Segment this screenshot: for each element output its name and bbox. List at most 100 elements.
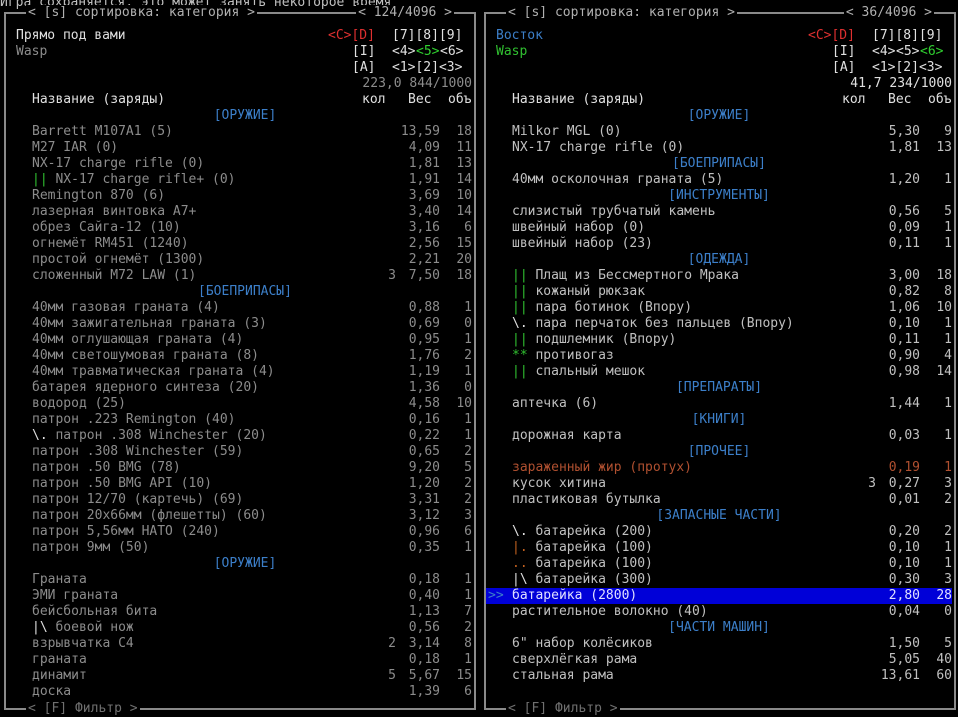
item-row[interactable]: взрывчатка C4 2 3,14 8 [18,636,472,652]
cd-keys[interactable]: <C>[D] [808,28,855,44]
item-row[interactable]: патрон .308 Winchester (59) 0,65 2 [18,444,472,460]
item-row[interactable]: ** противогаз 0,90 4 [486,348,952,364]
item-row[interactable]: ЭМИ граната 0,40 1 [18,588,472,604]
numpad-row-top[interactable]: [7][8][9] [872,28,942,44]
item-volume: 1 [464,428,472,443]
item-row[interactable]: 40мм газовая граната (4) 0,88 1 [18,300,472,316]
item-row[interactable]: 40мм травматическая граната (4) 1,19 1 [18,364,472,380]
item-row[interactable]: M27 IAR (0) 4,09 11 [18,140,472,156]
item-row[interactable]: патрон .223 Remington (40) 0,16 1 [18,412,472,428]
inventory-key[interactable]: [I] [352,44,375,60]
item-row[interactable]: зараженный жир (протух) 0,19 1 [486,460,952,476]
item-weight: 0,96 [408,524,440,539]
item-row[interactable]: лазерная винтовка A7+ 3,40 14 [18,204,472,220]
filter-footer[interactable]: < [F] Фильтр > [26,701,140,717]
item-row[interactable]: || спальный мешок 0,98 14 [486,364,952,380]
item-row[interactable]: >> батарейка (2800) 2,80 28 [486,588,952,604]
item-weight: 0,20 [888,524,920,539]
item-row[interactable]: Remington 870 (6) 3,69 10 [18,188,472,204]
item-row[interactable]: динамит 5 5,67 15 [18,668,472,684]
item-row[interactable]: доска 1,39 6 [18,684,472,700]
numpad-6[interactable]: <6> [920,44,943,60]
item-row[interactable]: аптечка (6) 1,44 1 [486,396,952,412]
all-key[interactable]: [A] [352,60,375,76]
item-row[interactable]: стальная рама 13,61 60 [486,668,952,684]
item-row[interactable]: 40мм светошумовая граната (8) 1,76 2 [18,348,472,364]
item-row[interactable]: швейный набор (23) 0,11 1 [486,236,952,252]
all-key[interactable]: [A] [832,60,855,76]
item-row[interactable]: патрон 5,56мм НАТО (240) 0,96 6 [18,524,472,540]
location-label: Восток [496,28,543,43]
item-row[interactable]: NX-17 charge rifle (0) 1,81 13 [18,156,472,172]
sort-header[interactable]: < [s] сортировка: категория > [26,5,257,21]
item-row[interactable]: простой огнемёт (1300) 2,21 20 [18,252,472,268]
item-row[interactable]: .. батарейка (100) 0,10 1 [486,556,952,572]
item-name-text: 6" набор колёсиков [512,636,653,651]
item-row[interactable]: патрон 9мм (50) 0,35 1 [18,540,472,556]
item-name: патрон .50 BMG API (10) [32,476,212,492]
item-row[interactable]: бейсбольная бита 1,13 7 [18,604,472,620]
item-row[interactable]: Barrett M107A1 (5) 13,59 18 [18,124,472,140]
item-row[interactable]: |\ батарейка (300) 0,30 3 [486,572,952,588]
item-row[interactable]: обрез Сайга-12 (10) 3,16 6 [18,220,472,236]
item-row[interactable]: || кожаный рюкзак 0,82 8 [486,284,952,300]
numpad-4[interactable]: <4> [392,44,415,60]
item-row[interactable]: пластиковая бутылка 0,01 2 [486,492,952,508]
item-row[interactable]: \. патрон .308 Winchester (20) 0,22 1 [18,428,472,444]
item-row[interactable]: 6" набор колёсиков 1,50 5 [486,636,952,652]
numpad-row-top[interactable]: [7][8][9] [392,28,462,44]
item-row[interactable]: водород (25) 4,58 10 [18,396,472,412]
item-name-text: спальный мешок [527,364,646,379]
item-row[interactable]: || подшлемник (Впору) 0,11 1 [486,332,952,348]
item-name-text: 40мм газовая граната (4) [32,300,220,315]
item-name-text: швейный набор (0) [512,220,646,235]
left-pane[interactable]: < [s] сортировка: категория > < 124/4096… [4,5,476,717]
numpad-4[interactable]: <4> [872,44,895,60]
item-weight: 1,50 [888,636,920,651]
item-row[interactable]: патрон .50 BMG API (10) 1,20 2 [18,476,472,492]
item-row[interactable]: дорожная карта 0,03 1 [486,428,952,444]
item-row[interactable]: |\ боевой нож 0,56 2 [18,620,472,636]
filter-footer[interactable]: < [F] Фильтр > [506,701,620,717]
item-row[interactable]: 40мм зажигательная граната (3) 0,69 0 [18,316,472,332]
item-row[interactable]: || пара ботинок (Впору) 1,06 10 [486,300,952,316]
item-row[interactable]: || NX-17 charge rifle+ (0) 1,91 14 [18,172,472,188]
item-row[interactable]: || Плащ из Бессмертного Мрака 3,00 18 [486,268,952,284]
item-row[interactable]: сверхлёгкая рама 5,05 40 [486,652,952,668]
right-pane[interactable]: < [s] сортировка: категория > < 36/4096 … [484,5,956,717]
cd-keys[interactable]: <C>[D] [328,28,375,44]
item-row[interactable]: 40мм оглушающая граната (4) 0,95 1 [18,332,472,348]
item-row[interactable]: \. батарейка (200) 0,20 2 [486,524,952,540]
item-volume: 2 [944,492,952,507]
item-row[interactable]: \. пара перчаток без пальцев (Впору) 0,10… [486,316,952,332]
item-weight: 5,30 [888,124,920,139]
item-row[interactable]: патрон .50 BMG (78) 9,20 5 [18,460,472,476]
item-name-text: 40мм светошумовая граната (8) [32,348,259,363]
item-row[interactable]: Граната 0,18 1 [18,572,472,588]
item-row[interactable]: растительное волокно (40) 0,04 0 [486,604,952,620]
item-row[interactable]: патрон 20x66мм (флешетты) (60) 3,12 3 [18,508,472,524]
item-row[interactable]: NX-17 charge rifle (0) 1,81 13 [486,140,952,156]
item-weight: 2,21 [408,252,440,267]
item-row[interactable]: огнемёт RM451 (1240) 2,56 15 [18,236,472,252]
item-row[interactable]: батарея ядерного синтеза (20) 1,36 0 [18,380,472,396]
item-row[interactable]: 40мм осколочная граната (5) 1,20 1 [486,172,952,188]
item-row[interactable]: кусок хитина 3 0,27 3 [486,476,952,492]
numpad-5[interactable]: <5> [416,44,439,60]
numpad-row-bottom[interactable]: <1>[2]<3> [872,60,942,76]
item-row[interactable]: граната 0,18 1 [18,652,472,668]
item-volume: 10 [456,188,472,203]
sort-header[interactable]: < [s] сортировка: категория > [506,5,737,21]
item-row[interactable]: патрон 12/70 (картечь) (69) 3,31 2 [18,492,472,508]
inventory-key[interactable]: [I] [832,44,855,60]
item-row[interactable]: Milkor MGL (0) 5,30 9 [486,124,952,140]
item-name-text: кожаный рюкзак [527,284,646,299]
item-row[interactable]: сложенный M72 LAW (1) 3 7,50 18 [18,268,472,284]
item-row[interactable]: |. батарейка (100) 0,10 1 [486,540,952,556]
item-row[interactable]: швейный набор (0) 0,09 1 [486,220,952,236]
item-name-text: 40мм зажигательная граната (3) [32,316,267,331]
numpad-5[interactable]: <5> [896,44,919,60]
numpad-6[interactable]: <6> [440,44,463,60]
numpad-row-bottom[interactable]: <1>[2]<3> [392,60,462,76]
item-row[interactable]: слизистый трубчатый камень 0,56 5 [486,204,952,220]
